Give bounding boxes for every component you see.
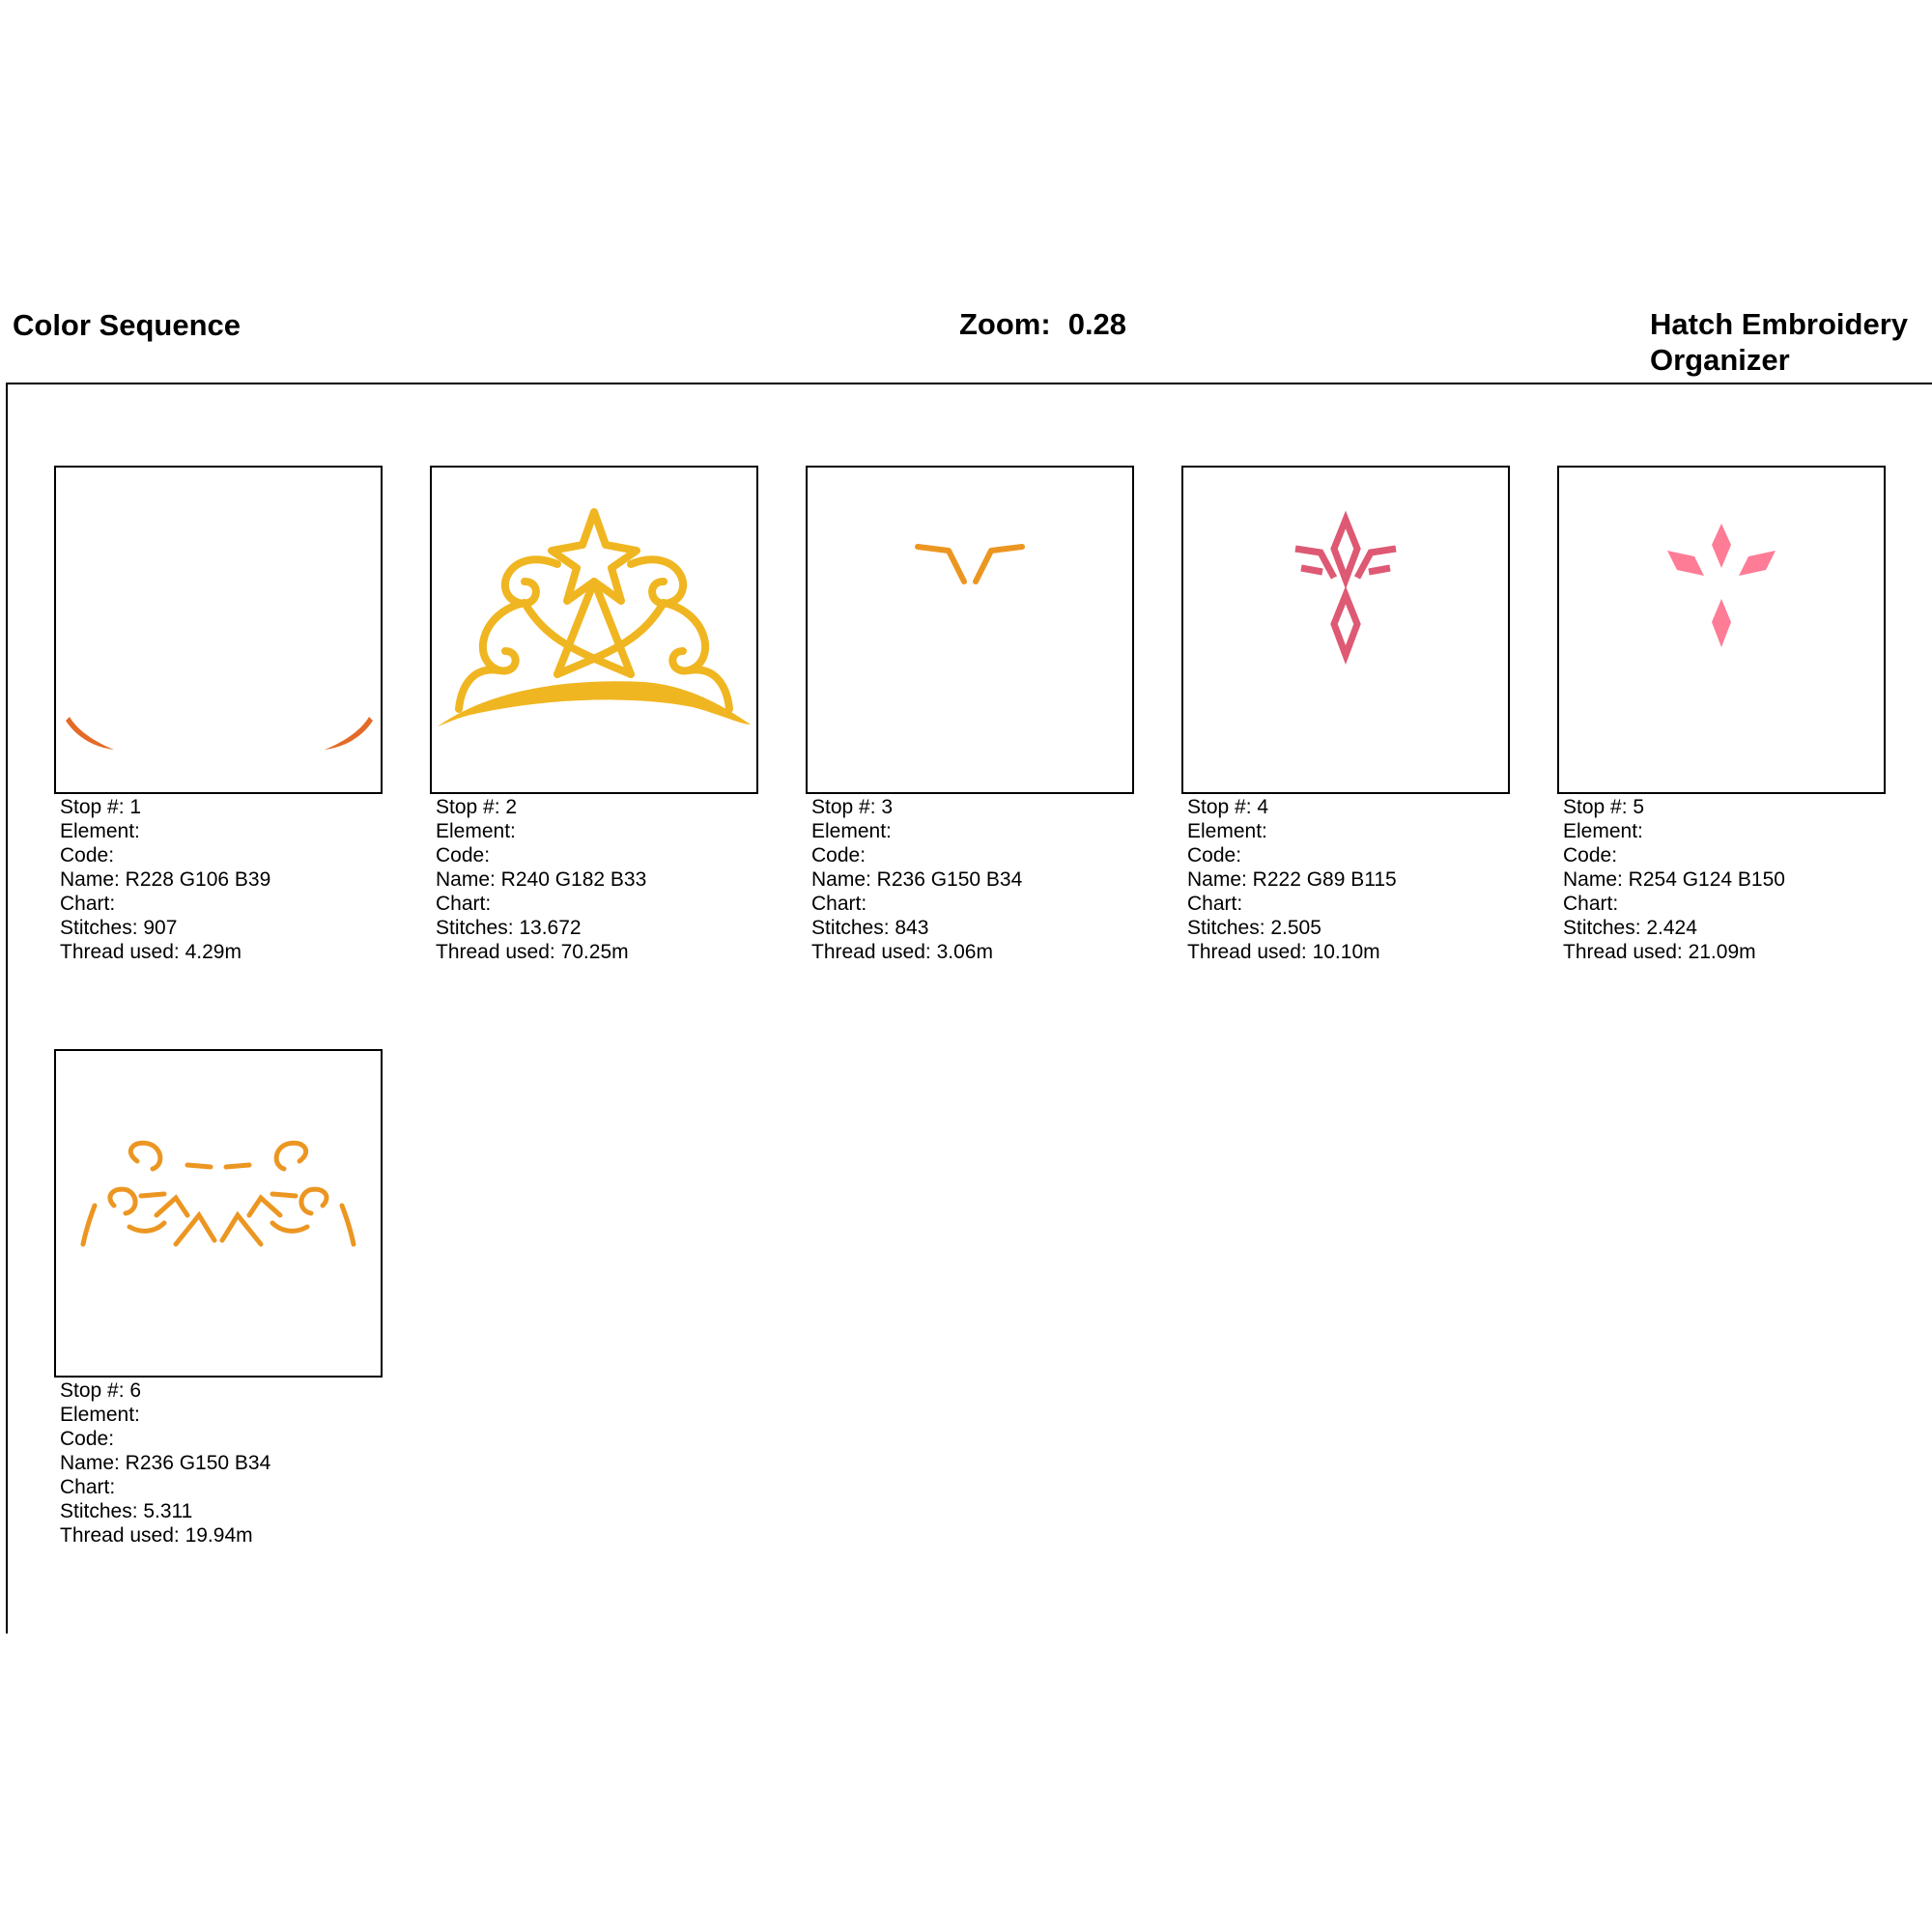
gem-fill-icon: [1667, 524, 1776, 647]
gem-outline-icon: [1294, 510, 1397, 665]
stop-preview-3: [806, 466, 1134, 794]
code-field: Code:: [1563, 844, 1618, 867]
element-field: Element:: [60, 820, 140, 842]
zoom-label: Zoom:: [959, 307, 1051, 341]
chart-field: Chart:: [60, 893, 116, 915]
chart-field: Chart:: [1187, 893, 1243, 915]
zoom-value: 0.28: [1067, 307, 1127, 341]
thread-used: Thread used: 3.06m: [811, 941, 993, 963]
chart-field: Chart:: [811, 893, 867, 915]
code-field: Code:: [60, 1428, 115, 1450]
chart-field: Chart:: [436, 893, 492, 915]
color-name: Name: R240 G182 B33: [436, 868, 647, 891]
color-stop-card-2: Stop #: 2 Element: Code: Name: R240 G182…: [430, 466, 758, 964]
thread-used: Thread used: 19.94m: [60, 1524, 253, 1547]
color-stop-card-6: Stop #: 6 Element: Code: Name: R236 G150…: [54, 1049, 383, 1548]
stitch-count: Stitches: 5.311: [60, 1500, 193, 1522]
element-field: Element:: [1563, 820, 1643, 842]
chart-field: Chart:: [60, 1476, 116, 1498]
page-title: Color Sequence: [13, 308, 241, 342]
color-stop-card-1: Stop #: 1 Element: Code: Name: R228 G106…: [54, 466, 383, 964]
thread-used: Thread used: 70.25m: [436, 941, 629, 963]
code-field: Code:: [811, 844, 867, 867]
stitch-count: Stitches: 843: [811, 917, 929, 939]
stop-number: Stop #: 3: [811, 796, 894, 818]
color-name: Name: R236 G150 B34: [811, 868, 1023, 891]
tiara-icon: [438, 508, 751, 726]
stitch-count: Stitches: 2.424: [1563, 917, 1697, 939]
stop-number: Stop #: 4: [1187, 796, 1269, 818]
stop-number: Stop #: 2: [436, 796, 518, 818]
stitch-count: Stitches: 13.672: [436, 917, 582, 939]
element-field: Element:: [1187, 820, 1267, 842]
stop-preview-1: [54, 466, 383, 794]
stitch-count: Stitches: 907: [60, 917, 178, 939]
color-name: Name: R228 G106 B39: [60, 868, 271, 891]
stop-number: Stop #: 5: [1563, 796, 1645, 818]
element-field: Element:: [436, 820, 516, 842]
code-field: Code:: [60, 844, 115, 867]
color-name: Name: R236 G150 B34: [60, 1452, 271, 1474]
scroll-detail-icon: [80, 1140, 356, 1247]
color-stop-card-4: Stop #: 4 Element: Code: Name: R222 G89 …: [1181, 466, 1510, 964]
thread-used: Thread used: 21.09m: [1563, 941, 1756, 963]
code-field: Code:: [436, 844, 491, 867]
stop-preview-6: [54, 1049, 383, 1378]
app-name: Hatch Embroidery Organizer: [1650, 306, 1908, 378]
element-field: Element:: [60, 1404, 140, 1426]
stop-number: Stop #: 6: [60, 1379, 142, 1402]
v-accent-icon: [915, 544, 1025, 584]
thread-used: Thread used: 10.10m: [1187, 941, 1380, 963]
side-accents-icon: [66, 717, 373, 750]
stitch-count: Stitches: 2.505: [1187, 917, 1321, 939]
stop-preview-2: [430, 466, 758, 794]
app-name-line-2: Organizer: [1650, 343, 1790, 377]
stop-preview-4: [1181, 466, 1510, 794]
app-name-line-1: Hatch Embroidery: [1650, 307, 1909, 341]
thread-used: Thread used: 4.29m: [60, 941, 242, 963]
color-name: Name: R222 G89 B115: [1187, 868, 1397, 891]
stop-preview-5: [1557, 466, 1886, 794]
chart-field: Chart:: [1563, 893, 1619, 915]
code-field: Code:: [1187, 844, 1242, 867]
stop-number: Stop #: 1: [60, 796, 142, 818]
zoom-indicator: Zoom: 0.28: [959, 306, 1126, 342]
color-stop-card-3: Stop #: 3 Element: Code: Name: R236 G150…: [806, 466, 1134, 964]
element-field: Element:: [811, 820, 892, 842]
color-name: Name: R254 G124 B150: [1563, 868, 1785, 891]
color-stop-card-5: Stop #: 5 Element: Code: Name: R254 G124…: [1557, 466, 1886, 964]
